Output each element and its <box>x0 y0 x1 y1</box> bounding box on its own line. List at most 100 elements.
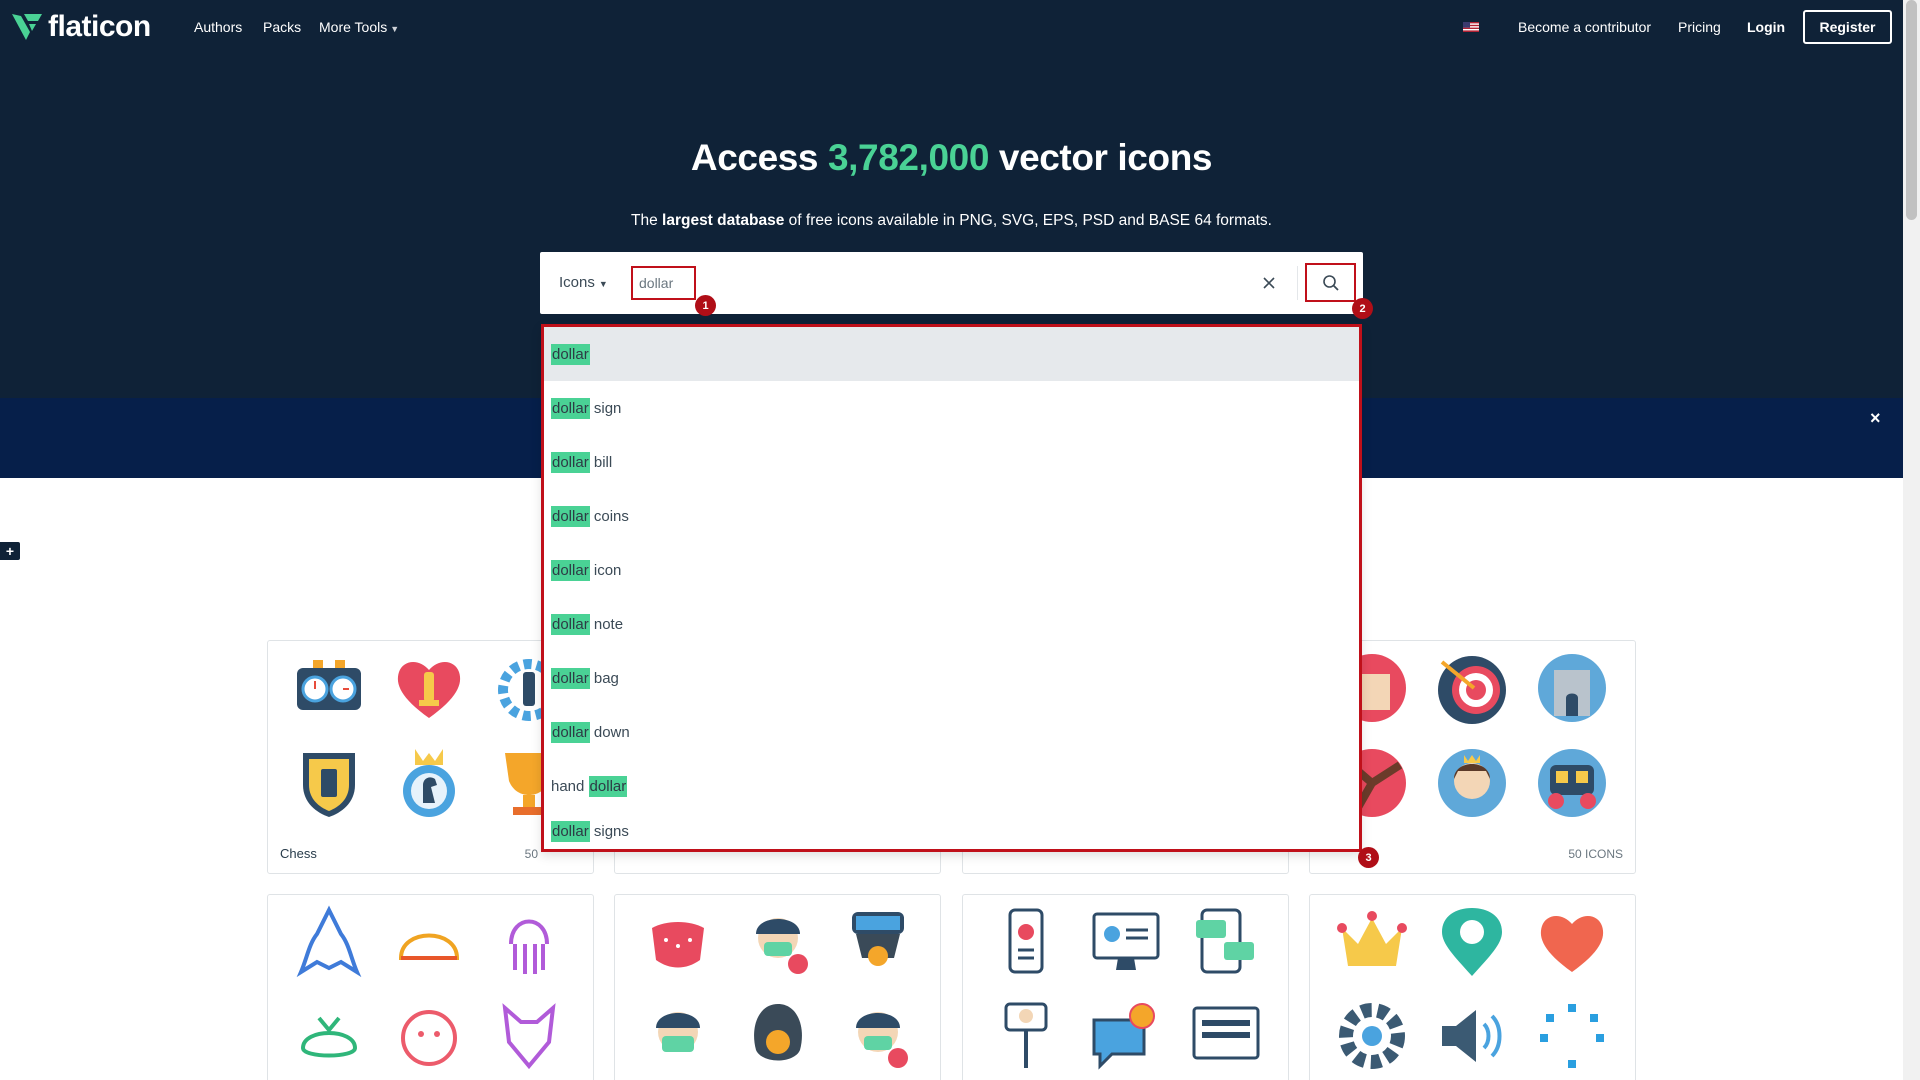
register-button[interactable]: Register <box>1803 10 1892 44</box>
scrollbar-thumb[interactable] <box>1906 0 1917 220</box>
face-mask-icon <box>652 922 704 968</box>
suggestion-suffix: sign <box>589 399 622 417</box>
masked-man-icon <box>656 1012 700 1052</box>
flaticon-logo-icon <box>12 14 42 40</box>
pack-icon-count: 50 <box>524 847 538 861</box>
suggestion-suffix: signs <box>589 822 629 840</box>
become-contributor-link[interactable]: Become a contributor <box>1518 19 1651 35</box>
suggestion-item[interactable]: dollar <box>544 327 1359 381</box>
suggestion-item[interactable]: dollar bag <box>544 651 1359 705</box>
suggestion-suffix: bag <box>589 669 619 687</box>
icon-count: 3,782,000 <box>828 137 990 178</box>
heart-king-icon <box>397 661 461 718</box>
location-pin-icon <box>1442 908 1502 976</box>
princess-icon <box>1438 749 1506 817</box>
annotation-marker-1: 1 <box>695 295 716 316</box>
nav-more-tools[interactable]: More Tools ▼ <box>319 19 399 35</box>
suggestion-item[interactable]: dollar signs <box>544 813 1359 849</box>
suggestion-suffix: note <box>589 615 624 633</box>
speaker-icon <box>1442 1010 1502 1062</box>
turtle-icon <box>398 933 460 960</box>
suggestion-match: dollar <box>551 820 590 842</box>
heart-icon <box>1540 915 1604 972</box>
suggestion-match: dollar <box>551 505 590 527</box>
squid-icon <box>509 919 549 974</box>
wolf-icon <box>502 1003 556 1070</box>
leopard-icon <box>401 1010 457 1066</box>
close-icon <box>1263 277 1275 289</box>
search-type-select[interactable]: Icons ▼ <box>559 274 608 291</box>
shark-icon <box>296 905 362 978</box>
suggestion-prefix: hand <box>551 777 589 795</box>
chat-bell-icon <box>1092 1003 1155 1070</box>
clear-search-button[interactable] <box>1257 271 1281 295</box>
search-input[interactable] <box>631 266 696 300</box>
hero-title: Access 3,782,000 vector icons <box>0 137 1903 179</box>
search-suggestions-dropdown: dollar dollar sign dollar bill dollar co… <box>541 324 1362 852</box>
settings-gear-icon <box>1339 1003 1405 1069</box>
gas-mask-icon <box>852 912 904 966</box>
suggestion-item[interactable]: dollar sign <box>544 381 1359 435</box>
annotation-marker-2: 2 <box>1352 298 1373 319</box>
hero-subtitle-pre: The <box>631 212 663 229</box>
whale-icon <box>300 1016 358 1058</box>
hero-subtitle: The largest database of free icons avail… <box>0 212 1903 230</box>
castle-icon <box>1538 654 1606 722</box>
hero-subtitle-post: of free icons available in PNG, SVG, EPS… <box>784 212 1272 229</box>
search-button[interactable] <box>1305 263 1356 302</box>
suggestion-suffix: icon <box>589 561 622 579</box>
suggestion-match: dollar <box>551 721 590 743</box>
suggestion-match: dollar <box>588 775 628 797</box>
target-arrow-icon <box>1438 656 1506 724</box>
phone-contact-icon <box>1008 908 1044 974</box>
crown-icon <box>1337 911 1407 966</box>
suggestion-item[interactable]: dollar bill <box>544 435 1359 489</box>
hero-title-pre: Access <box>690 137 828 178</box>
suggestion-match: dollar <box>551 451 590 473</box>
logo-text: flaticon <box>48 10 151 43</box>
carriage-icon <box>1538 749 1606 817</box>
chevron-down-icon: ▼ <box>598 279 608 289</box>
search-divider <box>1297 266 1298 300</box>
suggestion-match: dollar <box>551 559 590 581</box>
search-bar: Icons ▼ <box>540 252 1363 314</box>
nav-authors[interactable]: Authors <box>194 19 242 35</box>
hero-title-post: vector icons <box>989 137 1213 178</box>
suggestion-item[interactable]: dollar icon <box>544 543 1359 597</box>
search-icon <box>1322 274 1339 291</box>
suggestion-match: dollar <box>551 667 590 689</box>
suggestion-suffix: bill <box>589 453 613 471</box>
banner-close-icon[interactable]: × <box>1870 408 1881 429</box>
phone-chat-icon <box>1196 908 1254 974</box>
respirator-icon <box>754 1004 802 1061</box>
suggestion-match: dollar <box>551 613 590 635</box>
pack-title: Chess <box>280 846 317 861</box>
annotation-marker-3: 3 <box>1358 847 1379 868</box>
selfie-stick-icon <box>1004 1002 1048 1068</box>
laptop-icon <box>1192 1006 1260 1060</box>
suggestion-suffix: coins <box>589 507 629 525</box>
search-type-label: Icons <box>559 274 595 291</box>
plus-icon[interactable]: + <box>0 542 20 560</box>
suggestion-item[interactable]: dollar coins <box>544 489 1359 543</box>
suggestion-item[interactable]: dollar note <box>544 597 1359 651</box>
suggestion-suffix: down <box>589 723 630 741</box>
rook-shield-icon <box>303 753 355 817</box>
loading-dots-icon <box>1540 1004 1604 1068</box>
suggestion-item[interactable]: dollar down <box>544 705 1359 759</box>
top-navbar: flaticon Authors Packs More Tools ▼ Becom… <box>0 0 1903 54</box>
login-link[interactable]: Login <box>1747 19 1785 35</box>
suggestion-item[interactable]: hand dollar <box>544 759 1359 813</box>
pricing-link[interactable]: Pricing <box>1678 19 1721 35</box>
nav-more-tools-label: More Tools <box>319 19 388 35</box>
pack-icon-count: 50 ICONS <box>1568 847 1623 861</box>
suggestion-match: dollar <box>551 397 590 419</box>
sick-person-icon <box>756 918 808 974</box>
sick-boy-icon <box>856 1012 908 1068</box>
suggestion-match: dollar <box>551 343 590 365</box>
monitor-profile-icon <box>1092 912 1160 970</box>
us-flag-icon[interactable] <box>1463 22 1479 32</box>
chevron-down-icon: ▼ <box>390 24 400 34</box>
flaticon-logo[interactable]: flaticon <box>10 10 151 44</box>
nav-packs[interactable]: Packs <box>263 19 301 35</box>
